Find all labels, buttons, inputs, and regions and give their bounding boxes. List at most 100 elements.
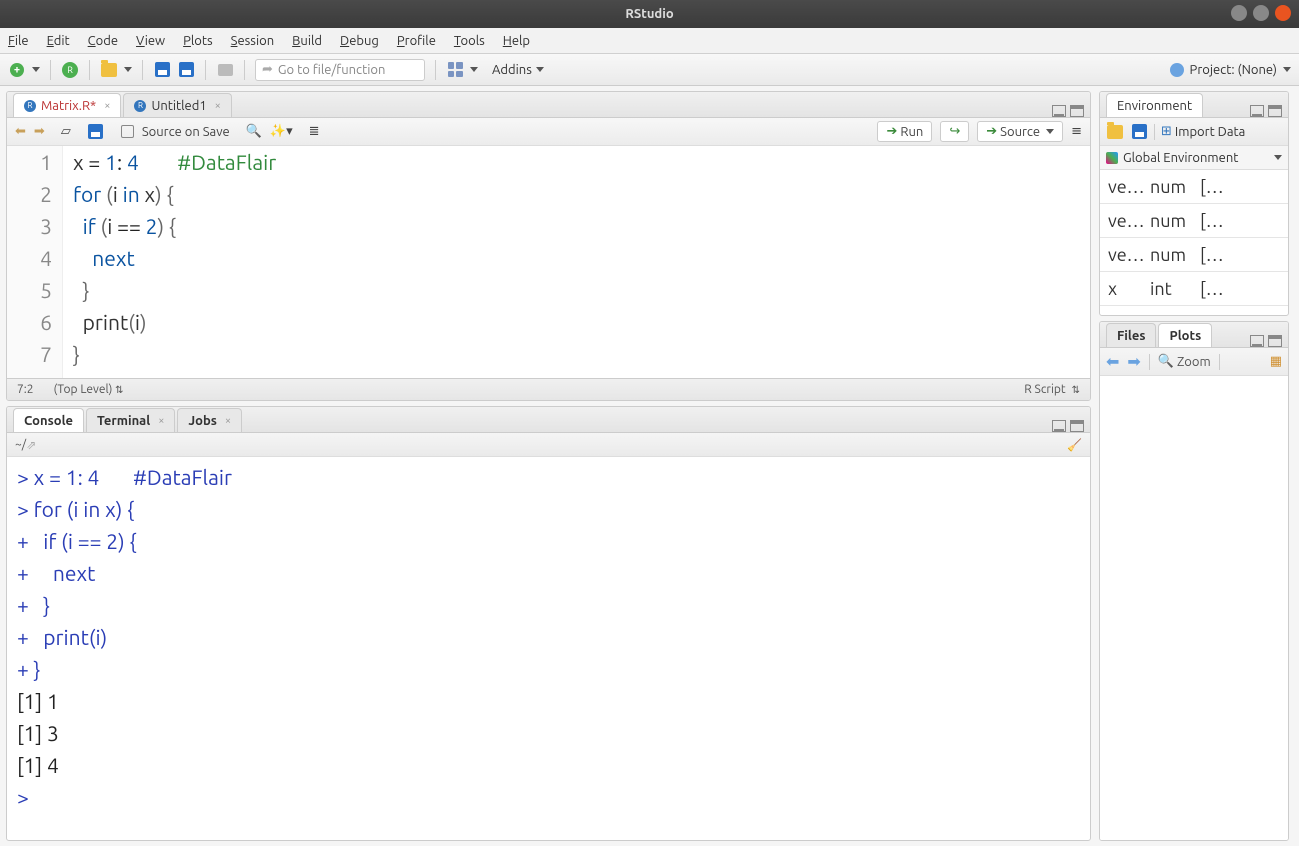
zoom-button[interactable]: 🔍 Zoom (1158, 354, 1211, 369)
menu-code[interactable]: Code (88, 34, 118, 48)
pane-minimize-button[interactable] (1250, 105, 1264, 117)
save-all-button[interactable] (177, 61, 195, 79)
close-tab-icon[interactable]: × (158, 415, 164, 427)
menu-debug[interactable]: Debug (340, 34, 379, 48)
menu-bar: File Edit Code View Plots Session Build Debug Pr… (0, 28, 1299, 54)
plots-canvas (1100, 376, 1288, 840)
editor-tabs: RMatrix.R*×RUntitled1× (7, 92, 1090, 118)
console-tab-jobs[interactable]: Jobs× (177, 408, 242, 432)
r-file-icon: R (134, 100, 146, 112)
env-row[interactable]: ve…num[… (1100, 170, 1288, 204)
open-file-button[interactable] (100, 61, 118, 79)
menu-help[interactable]: Help (503, 34, 530, 48)
environment-toolbar: ⊞ Import Data (1100, 118, 1288, 146)
wand-icon[interactable]: ✨▾ (270, 124, 293, 139)
project-label: Project: (None) (1190, 63, 1277, 77)
tab-files[interactable]: Files (1106, 323, 1156, 347)
layout-dropdown-icon[interactable] (470, 67, 478, 72)
environment-pane: Environment ⊞ Import Data Global Environ… (1099, 91, 1289, 316)
menu-file[interactable]: File (8, 34, 29, 48)
environment-table[interactable]: ve…num[…ve…num[…ve…num[…xint[… (1100, 170, 1288, 315)
editor-tab[interactable]: RUntitled1× (123, 93, 231, 117)
plot-prev-icon[interactable]: ⬅ (1106, 352, 1119, 371)
env-row[interactable]: ve…num[… (1100, 238, 1288, 272)
save-workspace-button[interactable] (1130, 123, 1148, 141)
plots-tabs: FilesPlots (1100, 322, 1288, 348)
environment-tabs: Environment (1100, 92, 1288, 118)
pane-maximize-button[interactable] (1268, 335, 1282, 347)
recent-files-dropdown-icon[interactable] (124, 67, 132, 72)
env-row[interactable]: ve…num[… (1100, 204, 1288, 238)
source-button[interactable]: ➔ Source (977, 121, 1063, 142)
pane-maximize-button[interactable] (1268, 105, 1282, 117)
menu-view[interactable]: View (136, 34, 165, 48)
scope-selector[interactable]: (Top Level) ⇅ (54, 383, 124, 396)
console-tab-console[interactable]: Console (13, 408, 84, 432)
outline-icon[interactable]: ≣ (309, 124, 320, 139)
save-button[interactable] (153, 61, 171, 79)
close-button[interactable] (1275, 5, 1291, 21)
layout-button[interactable] (446, 61, 464, 79)
plots-toolbar: ⬅ ➡ 🔍 Zoom ▦ (1100, 348, 1288, 376)
run-arrow-icon: ➔ (886, 124, 897, 139)
editor-tab[interactable]: RMatrix.R*× (13, 93, 121, 117)
console-tab-terminal[interactable]: Terminal× (86, 408, 175, 432)
console-output[interactable]: > x = 1: 4 #DataFlair> for (i in x) {+ i… (7, 457, 1090, 840)
goto-file-function-input[interactable]: ➦ Go to file/function (255, 59, 425, 81)
new-file-dropdown-icon[interactable] (32, 67, 40, 72)
addins-button[interactable]: Addins (492, 63, 544, 77)
tab-plots[interactable]: Plots (1158, 323, 1212, 347)
new-project-button[interactable]: R (61, 61, 79, 79)
menu-session[interactable]: Session (231, 34, 274, 48)
env-row[interactable]: xint[… (1100, 272, 1288, 306)
export-plot-icon[interactable]: ▦ (1270, 354, 1282, 369)
rerun-button[interactable]: ↪ (940, 121, 969, 142)
window-title: RStudio (625, 7, 673, 21)
console-popup-icon[interactable]: ⇗ (26, 438, 36, 452)
close-tab-icon[interactable]: × (104, 100, 110, 112)
menu-edit[interactable]: Edit (47, 34, 70, 48)
addins-dropdown-icon (536, 67, 544, 72)
pane-minimize-button[interactable] (1052, 420, 1066, 432)
import-icon: ⊞ (1161, 124, 1172, 139)
pane-maximize-button[interactable] (1070, 105, 1084, 117)
menu-tools[interactable]: Tools (454, 34, 485, 48)
environment-scope-selector[interactable]: Global Environment (1100, 146, 1288, 170)
import-dataset-button[interactable]: ⊞ Import Data (1161, 124, 1245, 139)
source-on-save-checkbox[interactable] (121, 125, 134, 138)
main-toolbar: + R ➦ Go to file/function Addins Project… (0, 54, 1299, 86)
cursor-position: 7:2 (17, 383, 34, 396)
clear-console-icon[interactable]: 🧹 (1067, 438, 1082, 452)
r-file-icon: R (24, 100, 36, 112)
code-editor[interactable]: 1234567 x = 1: 4 #DataFlairfor (i in x) … (7, 146, 1090, 378)
menu-build[interactable]: Build (292, 34, 322, 48)
outline-toggle-icon[interactable]: ≡ (1071, 124, 1082, 139)
close-tab-icon[interactable]: × (215, 100, 221, 112)
print-button[interactable] (216, 61, 234, 79)
pane-minimize-button[interactable] (1250, 335, 1264, 347)
menu-profile[interactable]: Profile (397, 34, 436, 48)
new-file-button[interactable]: + (8, 61, 26, 79)
project-icon (1170, 63, 1184, 77)
language-selector[interactable]: R Script ⇅ (1024, 383, 1080, 396)
pane-maximize-button[interactable] (1070, 420, 1084, 432)
scope-icon (1106, 152, 1118, 164)
project-dropdown-icon (1283, 67, 1291, 72)
run-button[interactable]: ➔ Run (877, 121, 932, 142)
menu-plots[interactable]: Plots (183, 34, 213, 48)
find-icon[interactable]: 🔍 (246, 124, 262, 139)
close-tab-icon[interactable]: × (225, 415, 231, 427)
project-selector[interactable]: Project: (None) (1170, 63, 1291, 77)
pane-minimize-button[interactable] (1052, 105, 1066, 117)
save-file-button[interactable] (87, 123, 105, 141)
tab-environment[interactable]: Environment (1106, 93, 1203, 117)
show-in-new-window-icon[interactable]: ▱ (61, 124, 71, 139)
back-arrow-icon[interactable]: ⬅ (15, 124, 26, 139)
load-workspace-button[interactable] (1106, 123, 1124, 141)
forward-arrow-icon[interactable]: ➡ (34, 124, 45, 139)
maximize-button[interactable] (1253, 5, 1269, 21)
console-toolbar: ~/ ⇗ 🧹 (7, 433, 1090, 457)
minimize-button[interactable] (1231, 5, 1247, 21)
console-path: ~/ (15, 438, 26, 451)
plot-next-icon[interactable]: ➡ (1127, 352, 1140, 371)
